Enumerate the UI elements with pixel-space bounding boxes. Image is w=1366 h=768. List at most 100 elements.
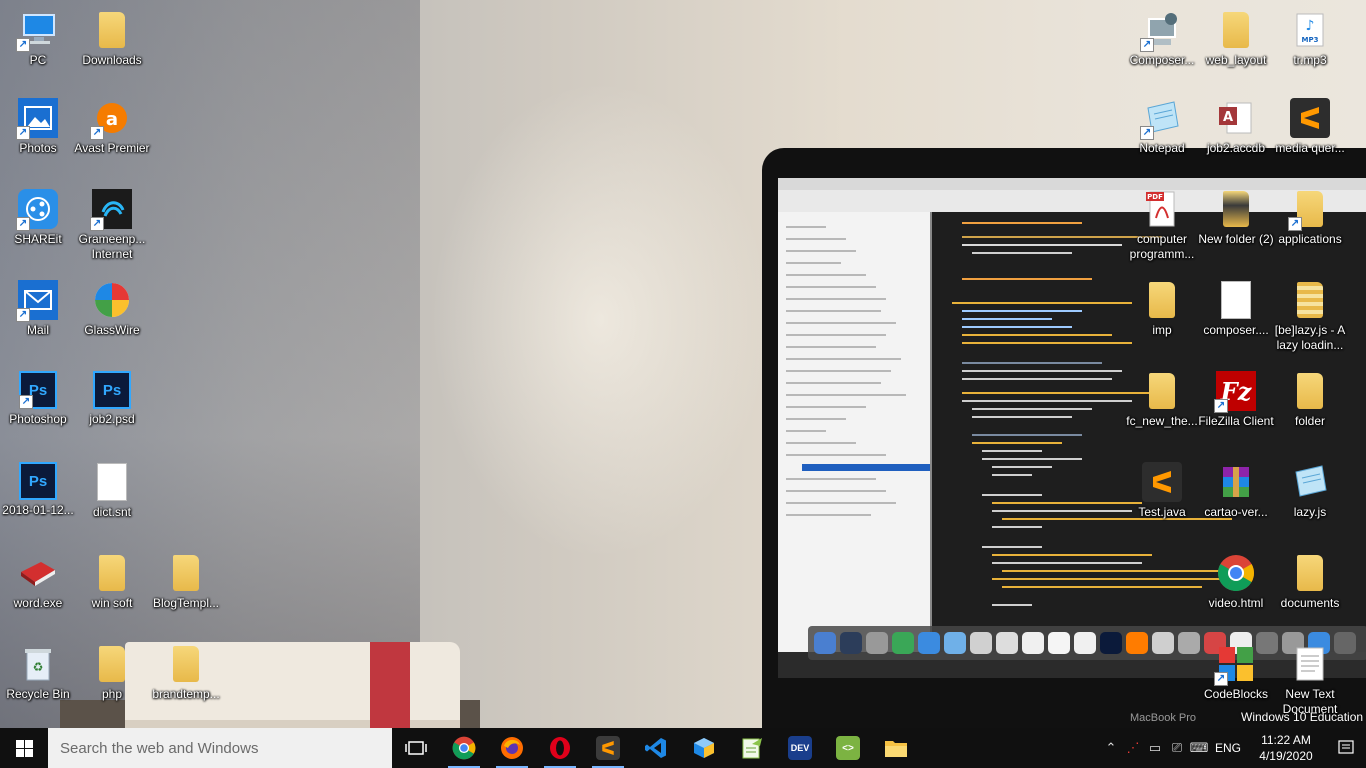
recycle-bin-icon: ♻: [18, 644, 58, 684]
desktop-icon-filezilla[interactable]: Fz FileZilla Client: [1198, 371, 1274, 429]
photos-icon: [16, 98, 58, 140]
desktop-icon-php[interactable]: php: [74, 644, 150, 702]
taskbar-search-box[interactable]: Search the web and Windows: [48, 728, 392, 768]
cloud-sync-icon[interactable]: ⎚: [1166, 740, 1188, 756]
photoshop-file-icon: Ps: [19, 462, 57, 500]
desktop-icon-new-text-document[interactable]: New Text Document: [1272, 644, 1348, 717]
file-icon: [1216, 280, 1256, 320]
desktop-icon-pc[interactable]: PC: [0, 10, 76, 68]
desktop-icon-label: win soft: [91, 596, 133, 610]
keyboard-icon[interactable]: ⌨: [1188, 740, 1210, 756]
desktop-icon-glasswire[interactable]: GlassWire: [74, 280, 150, 338]
taskbar-clock[interactable]: 11:22 AM 4/19/2020: [1246, 732, 1326, 764]
desktop-icon-cartao-ver[interactable]: cartao-ver...: [1198, 462, 1274, 520]
file-explorer-icon: [885, 741, 907, 757]
green-app-icon: <>: [836, 736, 860, 760]
taskbar-firefox[interactable]: [488, 728, 536, 768]
show-hidden-icons-chevron-icon[interactable]: ⌃: [1100, 740, 1122, 756]
taskbar-chrome[interactable]: [440, 728, 488, 768]
desktop-icon-avast[interactable]: a Avast Premier: [74, 98, 150, 156]
taskbar-virtualbox[interactable]: [680, 728, 728, 768]
desktop-icon-blogtemplate[interactable]: BlogTempl...: [148, 553, 224, 611]
desktop-icon-label: computer programm...: [1129, 232, 1195, 261]
desktop-icon-codeblocks[interactable]: CodeBlocks: [1198, 644, 1274, 702]
vscode-icon: [645, 738, 666, 758]
desktop-icon-new-folder-2[interactable]: New folder (2): [1198, 189, 1274, 247]
desktop-icon-downloads[interactable]: Downloads: [74, 10, 150, 68]
network-icon[interactable]: ⋰: [1122, 740, 1144, 756]
desktop-icon-media-queries[interactable]: media quer...: [1272, 98, 1348, 156]
desktop-icon-tr-mp3[interactable]: ♪ MP3 tr.mp3: [1272, 10, 1348, 68]
desktop-icon-label: video.html: [1208, 596, 1264, 610]
photoshop-file-icon: Ps: [93, 371, 131, 409]
task-view-icon: [405, 741, 427, 755]
action-center-button[interactable]: [1326, 728, 1366, 768]
mp3-file-icon: ♪ MP3: [1290, 10, 1330, 50]
desktop-icon-shareit[interactable]: SHAREit: [0, 189, 76, 247]
file-icon: [92, 462, 132, 502]
taskbar-vscode[interactable]: [632, 728, 680, 768]
text-file-icon: [1290, 644, 1330, 684]
desktop-icon-lazy-js[interactable]: lazy.js: [1272, 462, 1348, 520]
desktop-icon-label: folder: [1294, 414, 1326, 428]
desktop-icon-label: Test.java: [1138, 505, 1186, 519]
desktop-icon-label: Avast Premier: [74, 141, 150, 155]
codeblocks-icon: [1214, 644, 1256, 686]
language-indicator[interactable]: ENG: [1210, 741, 1246, 755]
desktop-icon-documents[interactable]: documents: [1272, 553, 1348, 611]
desktop-icon-recycle-bin[interactable]: ♻ Recycle Bin: [0, 644, 76, 702]
desktop-wallpaper: MacBook Pro PC Photos SHAREit Mail Ps Ph…: [0, 0, 1366, 728]
desktop-icon-grameenphone[interactable]: Grameenp... Internet: [74, 189, 150, 262]
desktop-icon-label: Downloads: [82, 53, 142, 67]
zip-folder-icon: [1290, 280, 1330, 320]
desktop-icon-folder[interactable]: folder: [1272, 371, 1348, 429]
desktop-icon-psd-2018[interactable]: Ps 2018-01-12...: [0, 462, 76, 518]
sublime-text-icon: [1290, 98, 1330, 138]
desktop-icon-win-soft[interactable]: win soft: [74, 553, 150, 611]
folder-icon: [92, 10, 132, 50]
desktop-icon-applications[interactable]: applications: [1272, 189, 1348, 247]
desktop-icon-label: applications: [1278, 232, 1342, 246]
desktop-icon-video-html[interactable]: video.html: [1198, 553, 1274, 611]
desktop-icon-brandtemplate[interactable]: brandtemp...: [148, 644, 224, 702]
taskbar-opera[interactable]: [536, 728, 584, 768]
desktop-icon-label: composer....: [1203, 323, 1269, 337]
wallpaper-ide-sidebar: [778, 212, 932, 652]
desktop-icon-test-java[interactable]: Test.java: [1124, 462, 1200, 520]
taskbar-codeigniter-tool[interactable]: <>: [824, 728, 872, 768]
desktop-icon-label: PC: [29, 53, 47, 67]
desktop-icon-job2-psd[interactable]: Ps job2.psd: [74, 371, 150, 427]
access-database-icon: A: [1216, 98, 1256, 138]
desktop-icon-composer-installer[interactable]: Composer...: [1124, 10, 1200, 68]
task-view-button[interactable]: [392, 728, 440, 768]
svg-text:A: A: [1223, 110, 1233, 125]
desktop-icon-fc-new-theme[interactable]: fc_new_the...: [1124, 371, 1200, 429]
notification-icon: [1338, 740, 1354, 754]
desktop-icon-label: Grameenp... Internet: [78, 232, 146, 261]
desktop-icon-composer-file[interactable]: composer....: [1198, 280, 1274, 338]
desktop-icon-web-layout[interactable]: web_layout: [1198, 10, 1274, 68]
desktop-icon-photos[interactable]: Photos: [0, 98, 76, 156]
desktop-icon-label: word.exe: [13, 596, 63, 610]
start-button[interactable]: [0, 728, 48, 768]
desktop-icon-word-exe[interactable]: word.exe: [0, 553, 76, 611]
desktop-icon-computer-programming-pdf[interactable]: PDF computer programm...: [1124, 189, 1200, 262]
desktop-icon-job2-accdb[interactable]: A job2.accdb: [1198, 98, 1274, 156]
taskbar-notepadpp[interactable]: [728, 728, 776, 768]
taskbar-file-explorer[interactable]: [872, 728, 920, 768]
desktop-icon-lazy-js-archive[interactable]: [be]lazy.js - A lazy loadin...: [1272, 280, 1348, 353]
chrome-icon: [1216, 553, 1256, 593]
desktop-icon-imp[interactable]: imp: [1124, 280, 1200, 338]
battery-icon[interactable]: ▭: [1144, 740, 1166, 756]
taskbar-devcpp[interactable]: DEV: [776, 728, 824, 768]
desktop-icon-mail[interactable]: Mail: [0, 280, 76, 338]
desktop-icon-label: job2.accdb: [1206, 141, 1266, 155]
windows-logo-icon: [15, 739, 33, 757]
desktop-icon-label: Mail: [26, 323, 49, 337]
desktop-icon-label: brandtemp...: [152, 687, 220, 701]
desktop-icon-label: dict.snt: [92, 505, 131, 519]
taskbar-sublime-text[interactable]: [584, 728, 632, 768]
desktop-icon-notepad[interactable]: Notepad: [1124, 98, 1200, 156]
desktop-icon-photoshop[interactable]: Ps Photoshop: [0, 371, 76, 427]
desktop-icon-dict-snt[interactable]: dict.snt: [74, 462, 150, 520]
